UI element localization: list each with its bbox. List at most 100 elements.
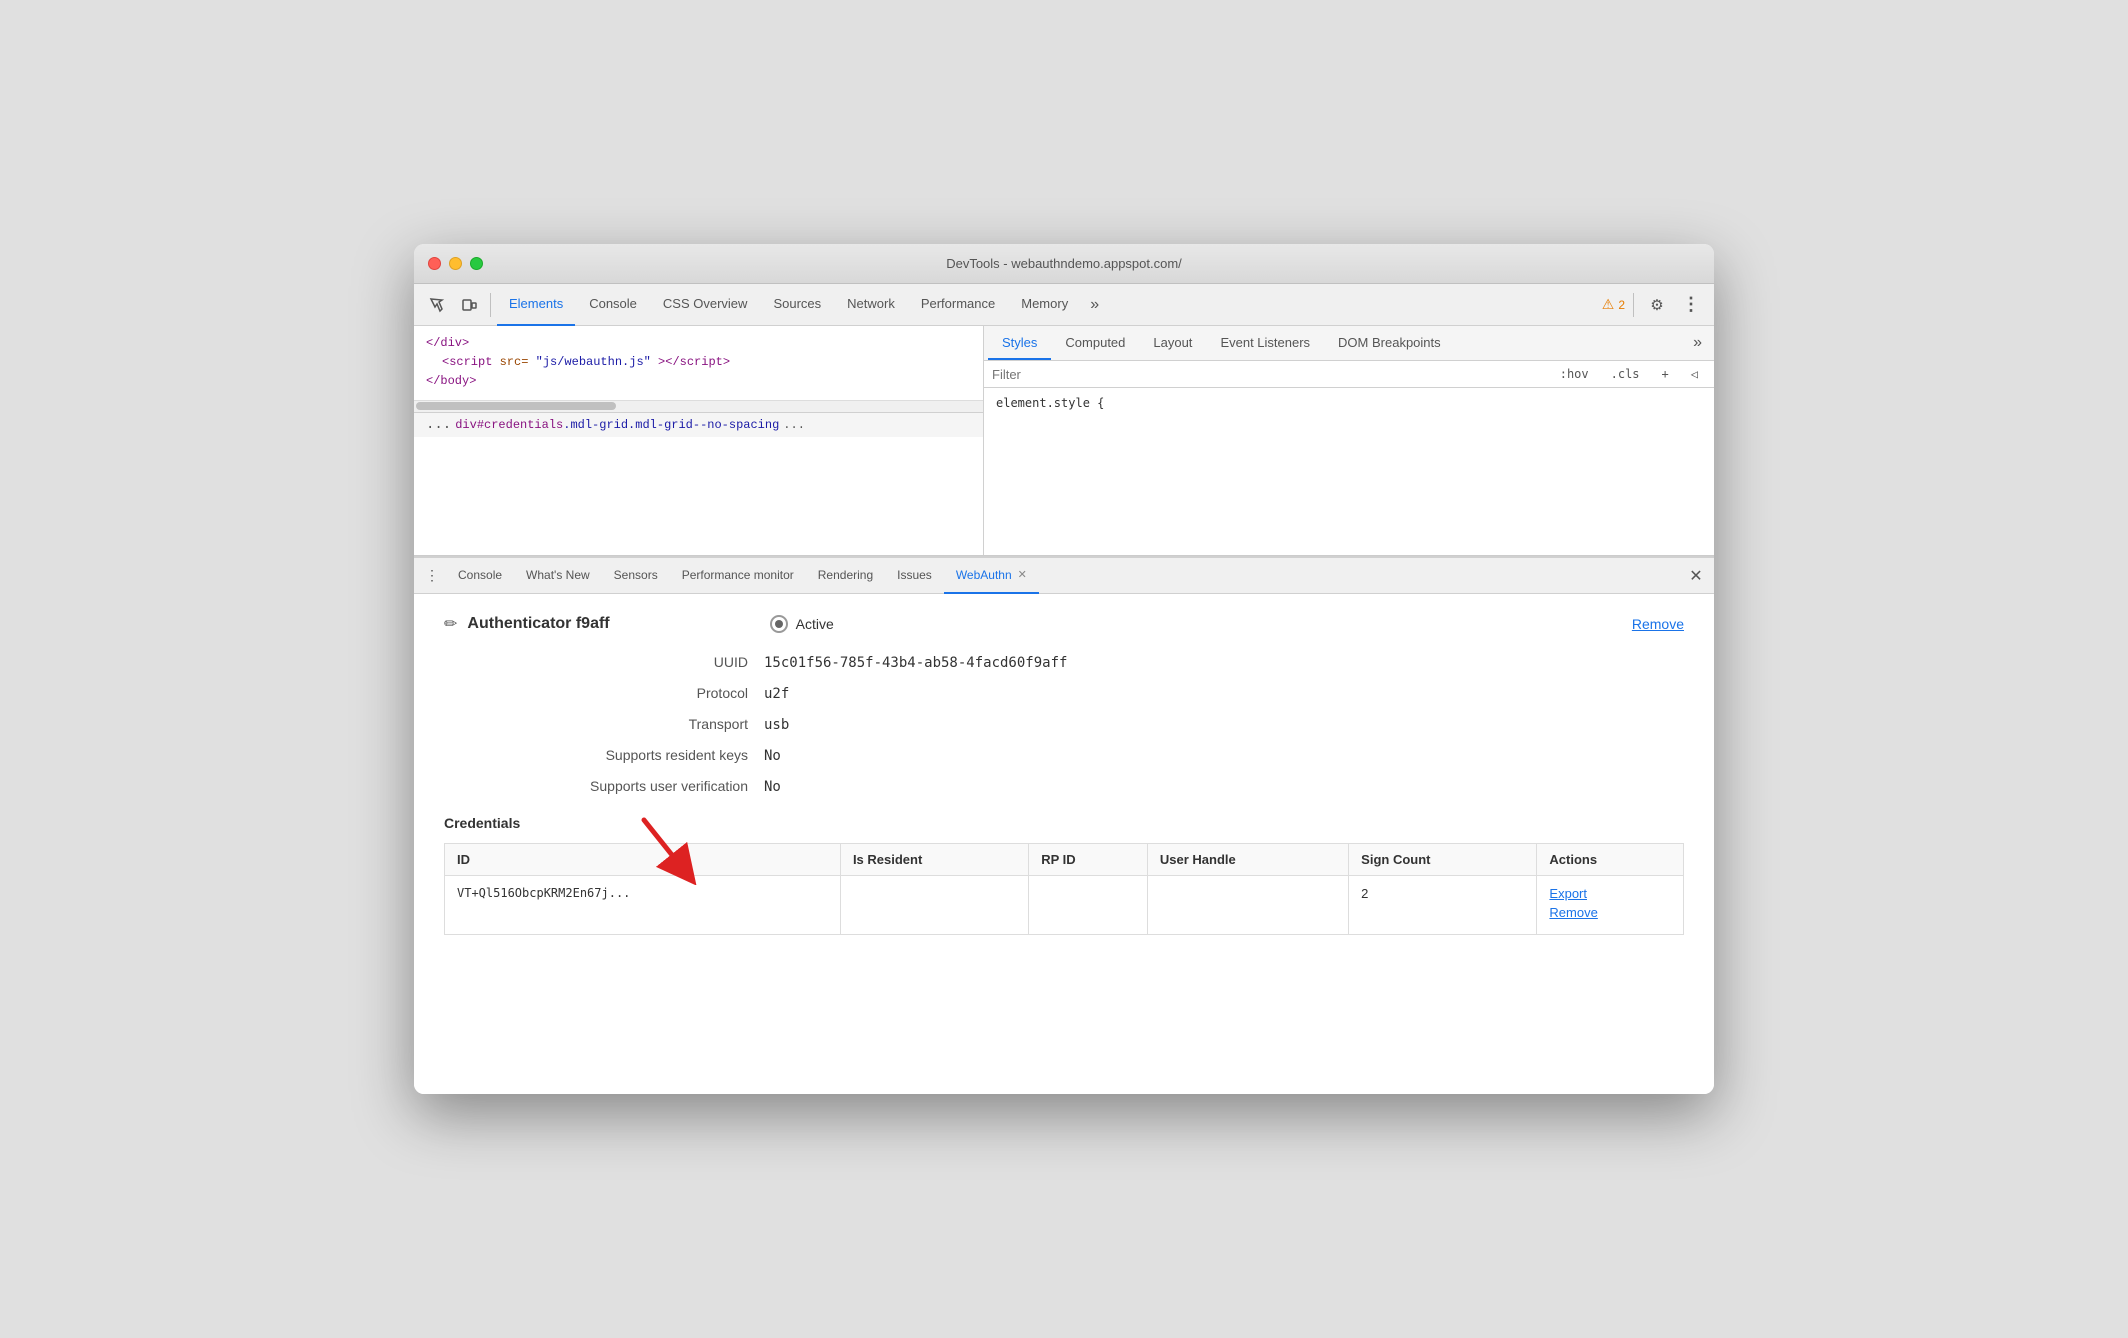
styles-filter-bar: :hov .cls + ◁ [984, 361, 1714, 388]
drawer-tab-issues[interactable]: Issues [885, 558, 944, 594]
drawer-menu-icon[interactable]: ⋮ [418, 562, 446, 590]
drawer-close-button[interactable]: ✕ [1682, 562, 1710, 590]
authenticator-header: ✏ Authenticator f9aff Active Remove [444, 614, 1684, 634]
export-link[interactable]: Export [1549, 886, 1671, 901]
cell-is-resident [840, 876, 1028, 935]
html-line-3: </body> [426, 372, 971, 391]
annotation-arrow [629, 815, 709, 885]
devtools-window: DevTools - webauthndemo.appspot.com/ Ele… [414, 244, 1714, 1094]
html-line-1: </div> [426, 334, 971, 353]
active-label: Active [796, 616, 834, 632]
close-tab-icon[interactable]: ✕ [1018, 568, 1027, 581]
drawer-tab-performance-monitor[interactable]: Performance monitor [670, 558, 806, 594]
detail-rows: UUID 15c01f56-785f-43b4-ab58-4facd60f9af… [504, 654, 1684, 795]
edit-icon[interactable]: ✏ [444, 614, 457, 634]
tab-dom-breakpoints[interactable]: DOM Breakpoints [1324, 327, 1455, 360]
remove-credential-link[interactable]: Remove [1549, 905, 1671, 920]
breadcrumb-overflow[interactable]: ... [426, 417, 451, 433]
tab-console[interactable]: Console [577, 284, 649, 326]
tab-styles[interactable]: Styles [988, 327, 1051, 360]
hover-button[interactable]: :hov [1552, 365, 1597, 383]
breadcrumb-more[interactable]: ... [783, 418, 805, 432]
detail-row-protocol: Protocol u2f [504, 685, 1684, 702]
cell-rp-id [1029, 876, 1148, 935]
tab-network[interactable]: Network [835, 284, 907, 326]
tab-css-overview[interactable]: CSS Overview [651, 284, 760, 326]
uuid-label: UUID [504, 654, 764, 670]
styles-content: element.style { [984, 388, 1714, 418]
cell-sign-count: 2 [1349, 876, 1537, 935]
more-options-button[interactable]: ⋮ [1676, 290, 1706, 320]
devtools-toolbar: Elements Console CSS Overview Sources Ne… [414, 284, 1714, 326]
tab-performance[interactable]: Performance [909, 284, 1007, 326]
transport-value: usb [764, 717, 789, 733]
inspect-element-button[interactable] [422, 290, 452, 320]
styles-tabs: Styles Computed Layout Event Listeners D… [984, 326, 1714, 361]
html-line-2: <script src= "js/webauthn.js" ></script> [426, 353, 971, 372]
device-toolbar-button[interactable] [454, 290, 484, 320]
radio-inner [775, 620, 783, 628]
uuid-value: 15c01f56-785f-43b4-ab58-4facd60f9aff [764, 655, 1067, 671]
tab-computed[interactable]: Computed [1051, 327, 1139, 360]
tab-layout[interactable]: Layout [1139, 327, 1206, 360]
cell-actions: Export Remove [1537, 876, 1684, 935]
settings-button[interactable]: ⚙ [1642, 290, 1672, 320]
detail-row-user-verification: Supports user verification No [504, 778, 1684, 795]
cls-button[interactable]: .cls [1603, 365, 1648, 383]
toolbar-overflow-button[interactable]: » [1082, 284, 1107, 326]
drawer-tab-console[interactable]: Console [446, 558, 514, 594]
user-verification-value: No [764, 779, 781, 795]
col-actions: Actions [1537, 844, 1684, 876]
col-rp-id: RP ID [1029, 844, 1148, 876]
drawer: ⋮ Console What's New Sensors Performance… [414, 556, 1714, 1094]
horizontal-scrollbar[interactable] [414, 400, 983, 412]
drawer-tab-sensors[interactable]: Sensors [602, 558, 670, 594]
toolbar-divider-2 [1633, 293, 1634, 317]
drawer-tab-whats-new[interactable]: What's New [514, 558, 602, 594]
protocol-label: Protocol [504, 685, 764, 701]
tab-memory[interactable]: Memory [1009, 284, 1080, 326]
drawer-tab-webauthn[interactable]: WebAuthn ✕ [944, 558, 1039, 594]
warning-badge[interactable]: ⚠ 2 [1602, 296, 1625, 313]
styles-tab-overflow[interactable]: » [1685, 326, 1710, 360]
credentials-section-wrapper: Credentials ID [444, 815, 1684, 935]
minimize-button[interactable] [449, 257, 462, 270]
authenticator-remove-link[interactable]: Remove [1632, 616, 1684, 632]
active-radio[interactable] [770, 615, 788, 633]
element-style-text: element.style { [996, 396, 1104, 410]
resident-keys-value: No [764, 748, 781, 764]
warning-count: 2 [1618, 298, 1625, 312]
tab-event-listeners[interactable]: Event Listeners [1206, 327, 1324, 360]
traffic-lights [428, 257, 483, 270]
window-title: DevTools - webauthndemo.appspot.com/ [946, 256, 1182, 271]
styles-filter-input[interactable] [992, 367, 1546, 382]
active-badge: Active [770, 615, 834, 633]
warning-icon: ⚠ [1602, 296, 1615, 313]
detail-row-resident-keys: Supports resident keys No [504, 747, 1684, 764]
breadcrumb-tag[interactable]: div#credentials.mdl-grid.mdl-grid--no-sp… [455, 418, 779, 432]
cell-user-handle [1147, 876, 1348, 935]
toolbar-right: ⚠ 2 ⚙ ⋮ [1602, 290, 1706, 320]
credentials-section: Credentials ID [444, 815, 1684, 935]
tab-elements[interactable]: Elements [497, 284, 575, 326]
webauthn-content: ✏ Authenticator f9aff Active Remove UUID… [414, 594, 1714, 1094]
col-sign-count: Sign Count [1349, 844, 1537, 876]
breadcrumb-bar: ... div#credentials.mdl-grid.mdl-grid--n… [414, 412, 983, 437]
tab-sources[interactable]: Sources [761, 284, 833, 326]
protocol-value: u2f [764, 686, 789, 702]
col-user-handle: User Handle [1147, 844, 1348, 876]
html-editor-panel: </div> <script src= "js/webauthn.js" ></… [414, 326, 984, 555]
transport-label: Transport [504, 716, 764, 732]
maximize-button[interactable] [470, 257, 483, 270]
resident-keys-label: Supports resident keys [504, 747, 764, 763]
col-is-resident: Is Resident [840, 844, 1028, 876]
close-button[interactable] [428, 257, 441, 270]
user-verification-label: Supports user verification [504, 778, 764, 794]
toolbar-divider [490, 293, 491, 317]
scrollbar-thumb-h[interactable] [416, 402, 616, 410]
drawer-tab-rendering[interactable]: Rendering [806, 558, 885, 594]
toggle-sidebar-button[interactable]: ◁ [1683, 365, 1706, 383]
add-style-button[interactable]: + [1654, 365, 1677, 383]
authenticator-name: Authenticator f9aff [467, 615, 609, 633]
html-code: </div> <script src= "js/webauthn.js" ></… [414, 326, 983, 400]
